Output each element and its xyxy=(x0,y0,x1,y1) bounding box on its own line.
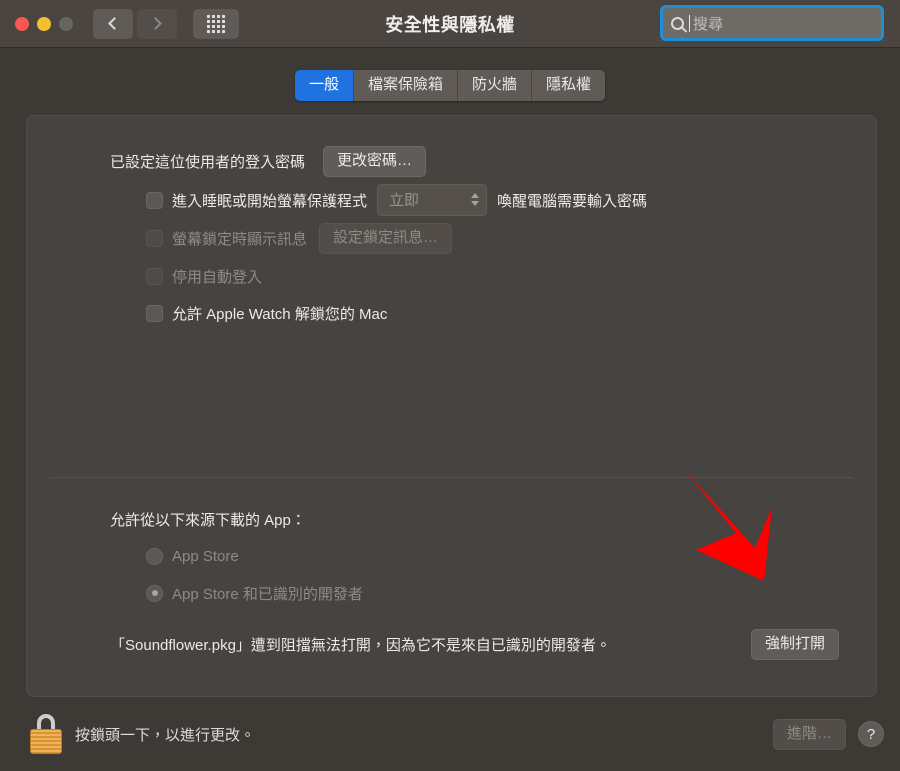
zoom-button xyxy=(59,16,73,31)
lock-message-label: 螢幕鎖定時顯示訊息 xyxy=(172,231,308,248)
minimize-button[interactable] xyxy=(37,16,51,31)
source-appstore-label: App Store xyxy=(172,547,239,565)
panel-divider xyxy=(50,477,853,478)
apple-watch-unlock-checkbox[interactable] xyxy=(146,304,163,322)
set-lock-message-button: 設定鎖定訊息… xyxy=(319,223,453,254)
grid-view-icon xyxy=(207,14,225,33)
require-password-row: 進入睡眠或開始螢幕保護程式 立即 喚醒電腦需要輸入密碼 xyxy=(27,184,876,216)
blocked-app-row: 「Soundflower.pkg」遭到阻擋無法打開，因為它不是來自已識別的開發者… xyxy=(27,615,876,660)
search-icon xyxy=(671,16,684,30)
close-button[interactable] xyxy=(15,16,29,31)
download-sources-heading-row: 允許從以下來源下載的 App： xyxy=(27,504,876,534)
advanced-button: 進階… xyxy=(772,718,846,750)
window-titlebar: 安全性與隱私權 搜尋 xyxy=(0,0,900,48)
disable-auto-login-checkbox xyxy=(146,267,163,285)
padlock-closed-icon[interactable] xyxy=(30,714,62,754)
login-password-section: 已設定這位使用者的登入密碼 更改密碼… 進入睡眠或開始螢幕保護程式 立即 喚醒電… xyxy=(27,116,876,328)
require-password-delay-popup[interactable]: 立即 xyxy=(377,184,488,216)
general-settings-panel: 已設定這位使用者的登入密碼 更改密碼… 進入睡眠或開始螢幕保護程式 立即 喚醒電… xyxy=(26,115,877,697)
download-sources-section: 允許從以下來源下載的 App： App Store App Store 和已識別… xyxy=(27,504,876,660)
open-anyway-button[interactable]: 強制打開 xyxy=(750,629,839,660)
tab-filevault[interactable]: 檔案保險箱 xyxy=(353,70,458,101)
tab-bar: 一般 檔案保險箱 防火牆 隱私權 xyxy=(0,48,900,107)
password-status-row: 已設定這位使用者的登入密碼 更改密碼… xyxy=(27,146,876,177)
search-field[interactable]: 搜尋 xyxy=(660,5,884,41)
chevron-updown-icon xyxy=(471,193,480,206)
source-appstore-identified-radio xyxy=(146,584,163,602)
traffic-lights xyxy=(15,16,73,31)
disable-auto-login-row: 停用自動登入 xyxy=(27,261,876,291)
require-password-label: 進入睡眠或開始螢幕保護程式 xyxy=(172,192,368,210)
tab-privacy[interactable]: 隱私權 xyxy=(532,70,606,101)
show-all-button[interactable] xyxy=(193,8,239,39)
chevron-right-icon xyxy=(149,17,162,30)
require-password-delay-value: 立即 xyxy=(389,192,420,209)
help-button[interactable]: ? xyxy=(858,721,884,747)
lock-message-checkbox xyxy=(146,230,163,247)
footer-actions: 進階… ? xyxy=(772,718,884,750)
source-appstore-radio xyxy=(146,547,163,565)
window-footer: 按鎖頭一下，以進行更改。 進階… ? xyxy=(0,697,900,771)
lock-hint-message: 按鎖頭一下，以進行更改。 xyxy=(75,726,256,744)
blocked-app-message: 「Soundflower.pkg」遭到阻擋無法打開，因為它不是來自已識別的開發者… xyxy=(110,637,611,654)
disable-auto-login-label: 停用自動登入 xyxy=(172,268,263,286)
navigation-buttons xyxy=(93,8,177,39)
require-password-checkbox[interactable] xyxy=(146,191,163,209)
download-sources-heading: 允許從以下來源下載的 App： xyxy=(110,511,306,529)
back-button[interactable] xyxy=(93,8,133,39)
lock-message-row: 螢幕鎖定時顯示訊息 設定鎖定訊息… xyxy=(27,223,876,254)
source-appstore-identified-label: App Store 和已識別的開發者 xyxy=(172,585,363,603)
search-placeholder: 搜尋 xyxy=(693,15,724,33)
source-appstore-row: App Store xyxy=(27,541,876,571)
text-caret xyxy=(689,14,690,32)
apple-watch-unlock-row: 允許 Apple Watch 解鎖您的 Mac xyxy=(27,298,876,328)
source-appstore-identified-row: App Store 和已識別的開發者 xyxy=(27,578,876,608)
apple-watch-unlock-label: 允許 Apple Watch 解鎖您的 Mac xyxy=(172,305,388,323)
password-status-label: 已設定這位使用者的登入密碼 xyxy=(110,154,306,171)
chevron-left-icon xyxy=(108,17,121,30)
security-privacy-window: 安全性與隱私權 搜尋 一般 檔案保險箱 防火牆 隱私權 已設定這位使用者的登入密… xyxy=(0,0,900,771)
require-password-suffix-label: 喚醒電腦需要輸入密碼 xyxy=(497,192,648,210)
forward-button xyxy=(137,8,177,39)
tab-firewall[interactable]: 防火牆 xyxy=(458,70,533,101)
tab-general[interactable]: 一般 xyxy=(294,70,354,101)
change-password-button[interactable]: 更改密碼… xyxy=(323,146,427,177)
